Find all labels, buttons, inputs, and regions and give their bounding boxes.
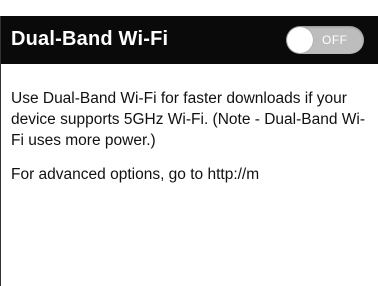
- advanced-options-text: For advanced options, go to http://m: [11, 166, 260, 183]
- header-bar: Dual-Band Wi-Fi OFF: [0, 16, 378, 64]
- content-area: Use Dual-Band Wi-Fi for faster downloads…: [0, 64, 378, 286]
- page-title: Dual-Band Wi-Fi: [11, 28, 169, 50]
- toggle-state-label: OFF: [322, 33, 348, 47]
- toggle-knob[interactable]: [287, 27, 313, 53]
- dual-band-toggle[interactable]: OFF: [286, 26, 364, 54]
- settings-screen: Dual-Band Wi-Fi OFF Use Dual-Band Wi-Fi …: [0, 0, 378, 286]
- description-text: Use Dual-Band Wi-Fi for faster downloads…: [11, 90, 366, 149]
